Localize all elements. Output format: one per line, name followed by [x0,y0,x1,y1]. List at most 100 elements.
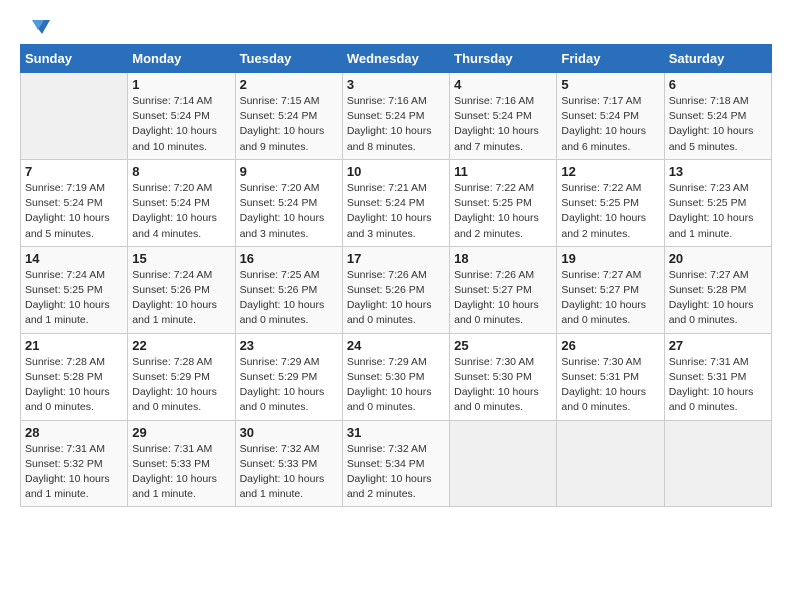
day-info: Sunrise: 7:32 AM Sunset: 5:34 PM Dayligh… [347,442,445,503]
day-info: Sunrise: 7:22 AM Sunset: 5:25 PM Dayligh… [561,181,659,242]
day-info: Sunrise: 7:30 AM Sunset: 5:31 PM Dayligh… [561,355,659,416]
day-info: Sunrise: 7:25 AM Sunset: 5:26 PM Dayligh… [240,268,338,329]
day-info: Sunrise: 7:28 AM Sunset: 5:28 PM Dayligh… [25,355,123,416]
logo [20,20,52,38]
day-info: Sunrise: 7:16 AM Sunset: 5:24 PM Dayligh… [347,94,445,155]
day-number: 4 [454,77,552,92]
day-info: Sunrise: 7:24 AM Sunset: 5:26 PM Dayligh… [132,268,230,329]
day-info: Sunrise: 7:31 AM Sunset: 5:31 PM Dayligh… [669,355,767,416]
day-info: Sunrise: 7:14 AM Sunset: 5:24 PM Dayligh… [132,94,230,155]
calendar-cell: 3 Sunrise: 7:16 AM Sunset: 5:24 PM Daylig… [342,73,449,160]
calendar-header-row: SundayMondayTuesdayWednesdayThursdayFrid… [21,45,772,73]
day-number: 29 [132,425,230,440]
day-number: 14 [25,251,123,266]
calendar-cell: 29Sunrise: 7:31 AM Sunset: 5:33 PM Dayli… [128,420,235,507]
calendar-cell: 5Sunrise: 7:17 AM Sunset: 5:24 PM Daylig… [557,73,664,160]
day-number: 18 [454,251,552,266]
header-tuesday: Tuesday [235,45,342,73]
header-wednesday: Wednesday [342,45,449,73]
day-number: 15 [132,251,230,266]
day-number: 21 [25,338,123,353]
calendar-cell: 16 Sunrise: 7:25 AM Sunset: 5:26 PM Dayli… [235,246,342,333]
calendar-cell: 11 Sunrise: 7:22 AM Sunset: 5:25 PM Dayli… [450,159,557,246]
day-number: 20 [669,251,767,266]
day-number: 26 [561,338,659,353]
day-number: 11 [454,164,552,179]
day-number: 17 [347,251,445,266]
day-number: 3 [347,77,445,92]
calendar-cell: 8 Sunrise: 7:20 AM Sunset: 5:24 PM Daylig… [128,159,235,246]
day-info: Sunrise: 7:16 AM Sunset: 5:24 PM Dayligh… [454,94,552,155]
day-info: Sunrise: 7:30 AM Sunset: 5:30 PM Dayligh… [454,355,552,416]
day-number: 9 [240,164,338,179]
day-number: 2 [240,77,338,92]
day-number: 16 [240,251,338,266]
calendar-week-3: 14Sunrise: 7:24 AM Sunset: 5:25 PM Dayli… [21,246,772,333]
day-number: 13 [669,164,767,179]
calendar-week-4: 21 Sunrise: 7:28 AM Sunset: 5:28 PM Dayli… [21,333,772,420]
calendar-cell: 22 Sunrise: 7:28 AM Sunset: 5:29 PM Dayli… [128,333,235,420]
day-info: Sunrise: 7:20 AM Sunset: 5:24 PM Dayligh… [240,181,338,242]
header-thursday: Thursday [450,45,557,73]
day-info: Sunrise: 7:18 AM Sunset: 5:24 PM Dayligh… [669,94,767,155]
day-info: Sunrise: 7:20 AM Sunset: 5:24 PM Dayligh… [132,181,230,242]
day-info: Sunrise: 7:19 AM Sunset: 5:24 PM Dayligh… [25,181,123,242]
calendar-cell [21,73,128,160]
calendar-cell: 15 Sunrise: 7:24 AM Sunset: 5:26 PM Dayli… [128,246,235,333]
day-number: 12 [561,164,659,179]
day-info: Sunrise: 7:26 AM Sunset: 5:27 PM Dayligh… [454,268,552,329]
calendar-cell: 21 Sunrise: 7:28 AM Sunset: 5:28 PM Dayli… [21,333,128,420]
day-info: Sunrise: 7:22 AM Sunset: 5:25 PM Dayligh… [454,181,552,242]
calendar-week-5: 28 Sunrise: 7:31 AM Sunset: 5:32 PM Dayli… [21,420,772,507]
day-number: 19 [561,251,659,266]
calendar-cell: 9 Sunrise: 7:20 AM Sunset: 5:24 PM Daylig… [235,159,342,246]
calendar-cell: 18 Sunrise: 7:26 AM Sunset: 5:27 PM Dayli… [450,246,557,333]
day-info: Sunrise: 7:27 AM Sunset: 5:27 PM Dayligh… [561,268,659,329]
day-number: 27 [669,338,767,353]
calendar-cell: 7 Sunrise: 7:19 AM Sunset: 5:24 PM Daylig… [21,159,128,246]
header-monday: Monday [128,45,235,73]
day-number: 8 [132,164,230,179]
day-info: Sunrise: 7:23 AM Sunset: 5:25 PM Dayligh… [669,181,767,242]
day-number: 28 [25,425,123,440]
calendar-cell: 2 Sunrise: 7:15 AM Sunset: 5:24 PM Daylig… [235,73,342,160]
calendar-cell [664,420,771,507]
header-sunday: Sunday [21,45,128,73]
calendar-cell: 19 Sunrise: 7:27 AM Sunset: 5:27 PM Dayli… [557,246,664,333]
calendar-cell: 23 Sunrise: 7:29 AM Sunset: 5:29 PM Dayli… [235,333,342,420]
day-number: 22 [132,338,230,353]
calendar-cell: 6Sunrise: 7:18 AM Sunset: 5:24 PM Daylig… [664,73,771,160]
day-number: 10 [347,164,445,179]
calendar-cell: 10 Sunrise: 7:21 AM Sunset: 5:24 PM Dayli… [342,159,449,246]
day-info: Sunrise: 7:29 AM Sunset: 5:30 PM Dayligh… [347,355,445,416]
calendar-cell: 26 Sunrise: 7:30 AM Sunset: 5:31 PM Dayli… [557,333,664,420]
calendar-table: SundayMondayTuesdayWednesdayThursdayFrid… [20,44,772,507]
day-info: Sunrise: 7:26 AM Sunset: 5:26 PM Dayligh… [347,268,445,329]
day-info: Sunrise: 7:15 AM Sunset: 5:24 PM Dayligh… [240,94,338,155]
calendar-cell [557,420,664,507]
calendar-cell: 14Sunrise: 7:24 AM Sunset: 5:25 PM Dayli… [21,246,128,333]
page-header [20,20,772,38]
calendar-week-1: 1 Sunrise: 7:14 AM Sunset: 5:24 PM Daylig… [21,73,772,160]
calendar-cell: 25Sunrise: 7:30 AM Sunset: 5:30 PM Dayli… [450,333,557,420]
calendar-cell: 28 Sunrise: 7:31 AM Sunset: 5:32 PM Dayli… [21,420,128,507]
calendar-cell: 1 Sunrise: 7:14 AM Sunset: 5:24 PM Daylig… [128,73,235,160]
day-info: Sunrise: 7:29 AM Sunset: 5:29 PM Dayligh… [240,355,338,416]
calendar-cell: 17 Sunrise: 7:26 AM Sunset: 5:26 PM Dayli… [342,246,449,333]
calendar-cell: 13 Sunrise: 7:23 AM Sunset: 5:25 PM Dayli… [664,159,771,246]
day-info: Sunrise: 7:28 AM Sunset: 5:29 PM Dayligh… [132,355,230,416]
calendar-cell: 12 Sunrise: 7:22 AM Sunset: 5:25 PM Dayli… [557,159,664,246]
day-number: 30 [240,425,338,440]
day-number: 1 [132,77,230,92]
calendar-cell: 31Sunrise: 7:32 AM Sunset: 5:34 PM Dayli… [342,420,449,507]
calendar-cell: 30Sunrise: 7:32 AM Sunset: 5:33 PM Dayli… [235,420,342,507]
calendar-cell: 20 Sunrise: 7:27 AM Sunset: 5:28 PM Dayli… [664,246,771,333]
header-friday: Friday [557,45,664,73]
day-info: Sunrise: 7:31 AM Sunset: 5:32 PM Dayligh… [25,442,123,503]
day-info: Sunrise: 7:21 AM Sunset: 5:24 PM Dayligh… [347,181,445,242]
calendar-cell: 27 Sunrise: 7:31 AM Sunset: 5:31 PM Dayli… [664,333,771,420]
day-number: 23 [240,338,338,353]
logo-icon [22,16,52,38]
day-info: Sunrise: 7:27 AM Sunset: 5:28 PM Dayligh… [669,268,767,329]
day-number: 7 [25,164,123,179]
